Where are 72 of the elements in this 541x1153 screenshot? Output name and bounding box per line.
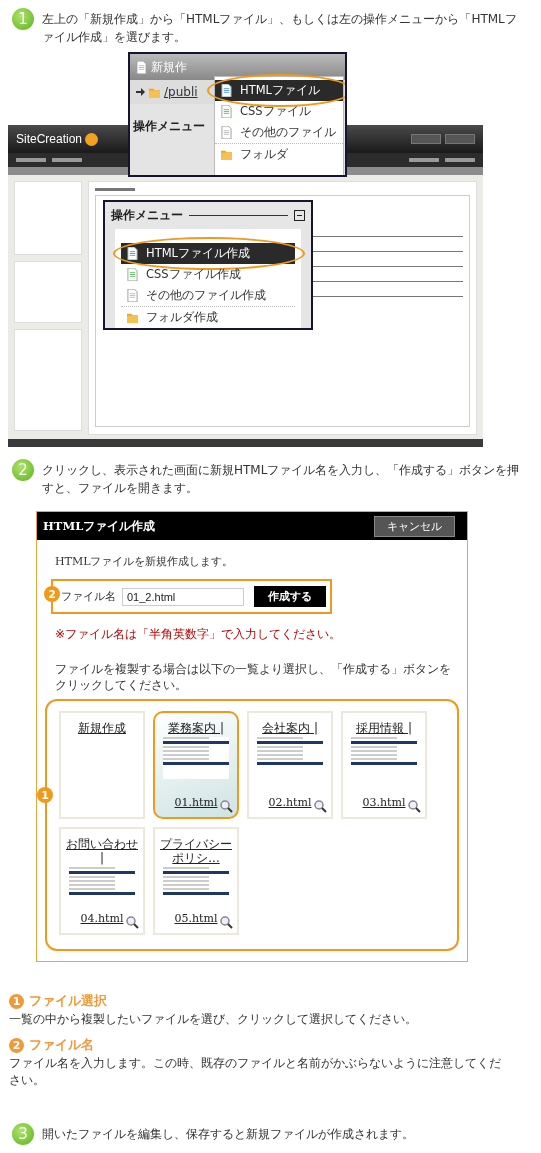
path-line bbox=[95, 188, 135, 191]
folder-icon bbox=[127, 311, 138, 324]
template-title[interactable]: 会社案内 | bbox=[259, 721, 321, 735]
zoom-icon[interactable] bbox=[126, 916, 139, 929]
note-heading: ファイル名 bbox=[29, 1036, 94, 1054]
template-card[interactable]: 会社案内 | 02.html bbox=[247, 711, 333, 819]
step-number-icon: 2 bbox=[12, 459, 34, 481]
file-link[interactable]: 01.html bbox=[174, 796, 218, 809]
file-link[interactable]: 05.html bbox=[174, 912, 218, 925]
template-card[interactable]: お問い合わせ | 04.html bbox=[59, 827, 145, 935]
file-link[interactable]: 04.html bbox=[80, 912, 124, 925]
step-instruction: 開いたファイルを編集し、保存すると新規ファイルが作成されます。 bbox=[42, 1126, 414, 1143]
filename-input[interactable]: 01_2.html bbox=[122, 587, 244, 606]
arrow-icon bbox=[136, 88, 145, 96]
file-link[interactable]: 03.html bbox=[362, 796, 406, 809]
cancel-button[interactable]: キャンセル bbox=[374, 515, 455, 537]
document-icon bbox=[136, 60, 147, 74]
document-icon bbox=[221, 84, 232, 97]
document-icon bbox=[221, 126, 232, 139]
template-title[interactable]: 採用情報 | bbox=[353, 721, 415, 735]
zoom-icon[interactable] bbox=[220, 800, 233, 813]
menu-item[interactable]: その他のファイル作成 bbox=[121, 285, 295, 306]
callout-number-icon: 2 bbox=[44, 586, 60, 602]
collapse-icon[interactable] bbox=[294, 210, 305, 221]
page-thumbnail-drawing bbox=[163, 737, 229, 779]
document-icon bbox=[221, 105, 232, 118]
toolbar-label: 新規作 bbox=[151, 58, 187, 76]
menu-item[interactable]: CSSファイル作成 bbox=[121, 264, 295, 285]
note-text: 一覧の中から複製したいファイルを選び、クリックして選択してください。 bbox=[9, 1011, 418, 1028]
zoom-icon[interactable] bbox=[220, 916, 233, 929]
menu-item[interactable]: フォルダ作成 bbox=[121, 307, 295, 328]
note-number-icon: 2 bbox=[9, 1037, 24, 1053]
document-icon bbox=[127, 268, 138, 281]
folder-path-link[interactable]: /publi bbox=[164, 85, 198, 99]
template-title[interactable]: 業務案内 | bbox=[165, 721, 227, 735]
template-card[interactable]: 採用情報 | 03.html bbox=[341, 711, 427, 819]
template-card[interactable]: 新規作成 bbox=[59, 711, 145, 819]
menu-item[interactable]: HTMLファイル作成 bbox=[121, 243, 295, 264]
file-link[interactable]: 02.html bbox=[268, 796, 312, 809]
template-title[interactable]: お問い合わせ | bbox=[61, 837, 143, 865]
menu-heading: 操作メニュー bbox=[111, 207, 183, 224]
menu-item[interactable]: CSSファイル bbox=[215, 101, 343, 122]
app-logo: SiteCreation bbox=[16, 132, 83, 146]
field-label: ファイル名 bbox=[61, 589, 116, 604]
sidebar-panel bbox=[14, 261, 82, 323]
template-title[interactable]: 新規作成 bbox=[75, 721, 129, 735]
note-text: ファイル名を入力します。この時、既存のファイルと名前がかぶらないように注意してください。 bbox=[9, 1055, 502, 1089]
create-button[interactable]: 作成する bbox=[254, 586, 326, 607]
menu-item[interactable]: その他のファイル bbox=[215, 122, 343, 143]
folder-icon bbox=[221, 148, 232, 161]
template-title[interactable]: プライバシーポリシ... bbox=[155, 837, 237, 865]
section-heading: 操作メニュー bbox=[133, 118, 205, 135]
template-card[interactable]: 業務案内 | 01.html bbox=[153, 711, 239, 819]
zoom-icon[interactable] bbox=[408, 800, 421, 813]
step-number-icon: 1 bbox=[12, 8, 34, 30]
menu-item[interactable]: フォルダ bbox=[215, 144, 343, 165]
note-heading: ファイル選択 bbox=[29, 992, 107, 1010]
document-icon bbox=[127, 247, 138, 260]
document-icon bbox=[127, 289, 138, 302]
dialog-title: HTMLファイル作成 bbox=[43, 518, 156, 534]
step-number-icon: 3 bbox=[12, 1123, 34, 1145]
hint-text: ファイルを複製する場合は以下の一覧より選択し、「作成する」ボタンをクリックしてください。 bbox=[55, 661, 452, 693]
logo-badge-icon bbox=[85, 132, 99, 146]
template-card[interactable]: プライバシーポリシ... 05.html bbox=[153, 827, 239, 935]
warning-text: ※ファイル名は「半角英数字」で入力してください。 bbox=[55, 626, 343, 643]
intro-text: HTMLファイルを新規作成します。 bbox=[55, 554, 235, 569]
callout-number-icon: 1 bbox=[37, 787, 53, 803]
menu-item[interactable]: HTMLファイル bbox=[215, 80, 343, 101]
note-number-icon: 1 bbox=[9, 993, 24, 1009]
step-instruction: 左上の「新規作成」から「HTMLファイル」、もしくは左の操作メニューから「HTMLファイル作成」を選びます。 bbox=[42, 11, 518, 46]
step-instruction: クリックし、表示された画面に新規HTMLファイル名を入力し、「作成する」ボタンを押すと、ファイルを開きます。 bbox=[42, 462, 521, 497]
zoom-icon[interactable] bbox=[314, 800, 327, 813]
